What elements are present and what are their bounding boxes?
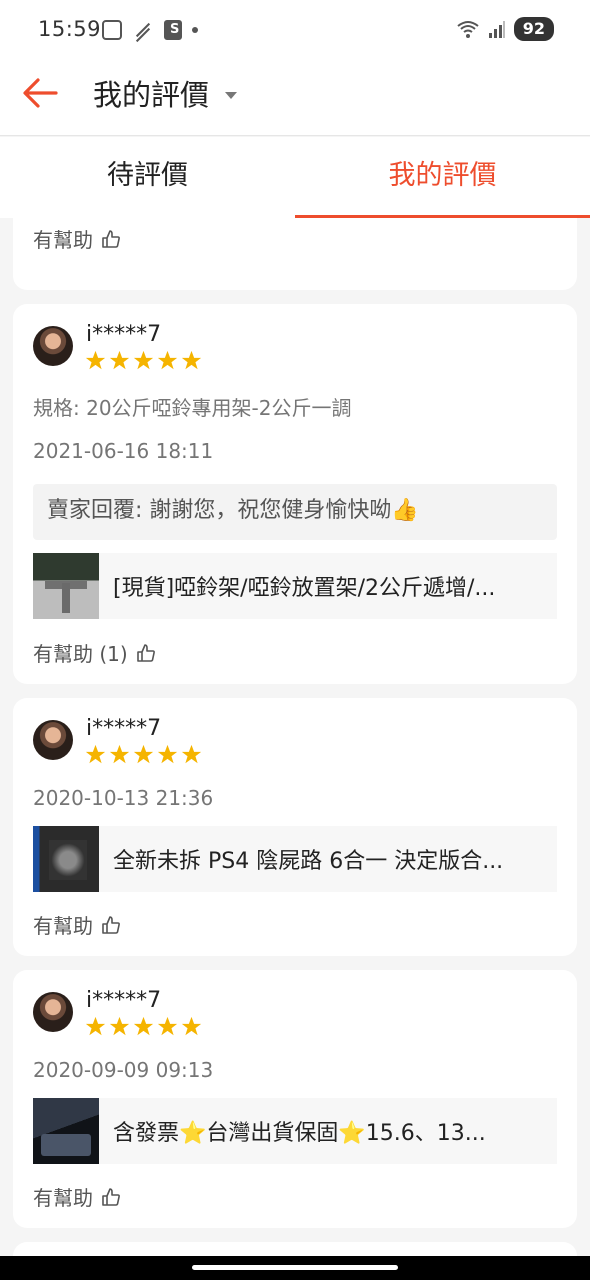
- review-card: 有幫助: [13, 218, 577, 290]
- tab-my-reviews[interactable]: 我的評價: [295, 137, 590, 218]
- star-icon: [133, 744, 154, 764]
- star-icon: [85, 350, 106, 370]
- star-icon: [109, 744, 130, 764]
- star-rating: [85, 1016, 202, 1037]
- star-icon: [109, 350, 130, 370]
- product-image: [33, 826, 99, 892]
- page-title: 我的評價: [93, 78, 210, 112]
- status-time: 15:59: [38, 17, 102, 41]
- star-icon: [85, 744, 106, 764]
- product-row[interactable]: 含發票⭐台灣出貨保固⭐15.6、13...: [33, 1098, 557, 1164]
- thumbs-up-icon: [101, 229, 121, 249]
- helpful-label: 有幫助: [33, 228, 93, 252]
- status-bar: 15:59 92: [0, 0, 590, 58]
- star-rating: [85, 350, 202, 371]
- reviewer-name: i*****7: [86, 716, 162, 741]
- avatar: [33, 720, 73, 760]
- status-right: 92: [456, 17, 554, 41]
- app-header: 我的評價: [0, 58, 590, 136]
- star-icon: [109, 1016, 130, 1036]
- tab-pending-review[interactable]: 待評價: [0, 137, 295, 218]
- reviewer-name: i*****7: [86, 988, 162, 1013]
- avatar: [33, 326, 73, 366]
- signal-icon: [488, 19, 506, 39]
- helpful-button[interactable]: 有幫助 (1): [33, 638, 156, 667]
- reviewer-name: i*****7: [86, 322, 162, 347]
- review-date: 2020-09-09 09:13: [33, 1058, 214, 1082]
- product-image: [33, 1098, 99, 1164]
- back-arrow-icon[interactable]: [20, 72, 62, 114]
- product-row[interactable]: [現貨]啞鈴架/啞鈴放置架/2公斤遞增/...: [33, 553, 557, 619]
- helpful-label: 有幫助 (1): [33, 642, 128, 666]
- star-icon: [181, 1016, 202, 1036]
- product-name: 全新未拆 PS4 陰屍路 6合一 決定版合...: [113, 849, 504, 874]
- helpful-label: 有幫助: [33, 1186, 93, 1210]
- product-row[interactable]: 全新未拆 PS4 陰屍路 6合一 決定版合...: [33, 826, 557, 892]
- star-icon: [181, 744, 202, 764]
- product-name: 含發票⭐台灣出貨保固⭐15.6、13...: [113, 1121, 486, 1146]
- thumbs-up-icon: [101, 1187, 121, 1207]
- wifi-icon: [456, 19, 480, 39]
- review-card: i*****7 2020-10-13 21:36 全新未拆 PS4 陰屍路 6合…: [13, 698, 577, 956]
- screenshot-icon: [102, 20, 122, 40]
- product-name: [現貨]啞鈴架/啞鈴放置架/2公斤遞增/...: [113, 576, 496, 601]
- star-rating: [85, 744, 202, 765]
- helpful-button[interactable]: 有幫助: [33, 224, 121, 253]
- star-icon: [133, 350, 154, 370]
- review-date: 2020-10-13 21:36: [33, 786, 214, 810]
- helpful-button[interactable]: 有幫助: [33, 1182, 121, 1211]
- product-image: [33, 553, 99, 619]
- review-list: 有幫助 i*****7 規格: 20公斤啞鈴專用架-2公斤一調 2021-06-…: [0, 218, 590, 1256]
- shopee-icon: [164, 20, 182, 40]
- star-icon: [157, 744, 178, 764]
- battery-indicator: 92: [513, 17, 554, 41]
- no-signal-icon: [132, 20, 154, 40]
- thumbs-up-icon: [136, 643, 156, 663]
- star-icon: [157, 1016, 178, 1036]
- star-icon: [157, 350, 178, 370]
- thumbs-up-icon: [101, 915, 121, 935]
- review-card: i*****7 2020-09-09 09:13 含發票⭐台灣出貨保固⭐15.6…: [13, 970, 577, 1228]
- helpful-label: 有幫助: [33, 914, 93, 938]
- avatar: [33, 992, 73, 1032]
- title-dropdown[interactable]: 我的評價: [93, 72, 238, 114]
- star-icon: [133, 1016, 154, 1036]
- status-icons: [102, 19, 198, 41]
- review-card: [13, 1242, 577, 1256]
- tab-bar: 待評價 我的評價: [0, 137, 590, 218]
- star-icon: [85, 1016, 106, 1036]
- system-nav-bar: [0, 1256, 590, 1280]
- home-gesture-handle[interactable]: [192, 1265, 398, 1270]
- review-card: i*****7 規格: 20公斤啞鈴專用架-2公斤一調 2021-06-16 1…: [13, 304, 577, 684]
- dot-icon: [192, 27, 198, 33]
- helpful-button[interactable]: 有幫助: [33, 910, 121, 939]
- review-date: 2021-06-16 18:11: [33, 439, 214, 463]
- seller-reply: 賣家回覆: 謝謝您，祝您健身愉快呦👍: [33, 484, 557, 540]
- caret-down-icon: [225, 91, 238, 99]
- product-spec: 規格: 20公斤啞鈴專用架-2公斤一調: [33, 396, 352, 420]
- star-icon: [181, 350, 202, 370]
